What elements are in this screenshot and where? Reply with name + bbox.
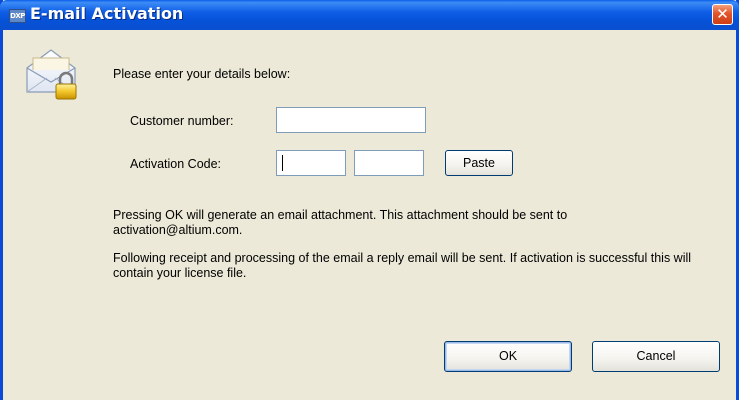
window-title: E-mail Activation (30, 4, 184, 23)
activation-code-label: Activation Code: (130, 157, 222, 171)
cancel-button[interactable]: Cancel (592, 341, 720, 372)
customer-number-label: Customer number: (130, 114, 234, 128)
close-icon: ✕ (716, 5, 729, 23)
activation-code-field-1[interactable] (276, 150, 346, 176)
info-paragraph-1: Pressing OK will generate an email attac… (113, 208, 568, 237)
ok-button-label: OK (498, 349, 518, 363)
app-icon: DXP (9, 9, 26, 23)
info-paragraph-2: Following receipt and processing of the … (113, 251, 692, 280)
text-caret (282, 155, 283, 171)
title-bar[interactable]: DXP E-mail Activation ✕ (0, 0, 739, 30)
email-activation-dialog: DXP E-mail Activation ✕ Please enter you… (0, 0, 739, 400)
activation-code-field-2[interactable] (354, 150, 424, 176)
close-button[interactable]: ✕ (712, 4, 733, 25)
customer-number-input[interactable] (276, 107, 426, 133)
envelope-lock-icon (26, 49, 77, 100)
paste-button-label: Paste (463, 156, 495, 170)
ok-button[interactable]: OK (444, 341, 572, 372)
intro-text: Please enter your details below: (113, 67, 291, 81)
paste-button[interactable]: Paste (445, 150, 513, 176)
cancel-button-label: Cancel (636, 349, 676, 363)
